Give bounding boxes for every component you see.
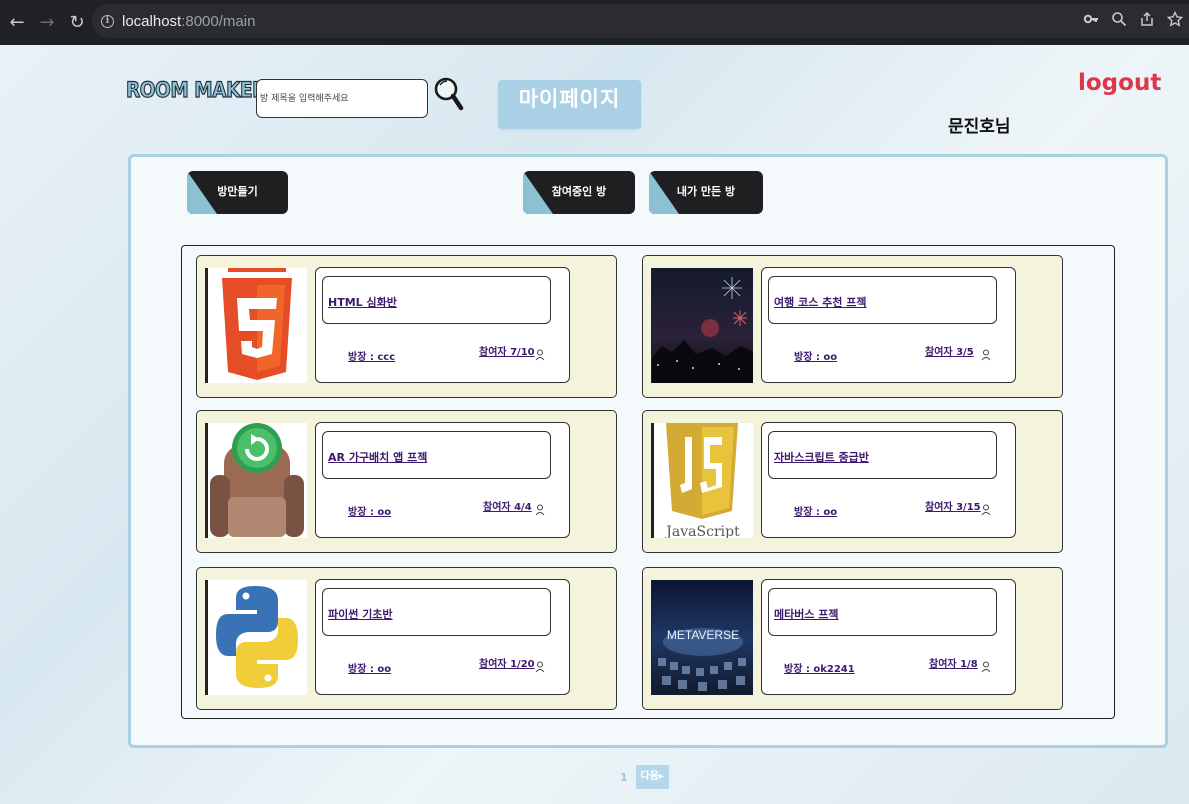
fireworks-photo: [651, 268, 753, 383]
javascript-caption: JavaScript: [664, 524, 740, 538]
room-title-box: 자바스크립트 중급반: [768, 431, 997, 479]
room-leader: 방장 : oo: [794, 507, 838, 518]
room-leader: 방장 : oo: [794, 352, 838, 363]
person-icon: [981, 661, 991, 673]
room-card[interactable]: 여행 코스 추천 프젝 방장 : oo 참여자 3/5: [642, 255, 1063, 398]
python-logo-image: [205, 580, 307, 695]
room-card[interactable]: HTML 심화반 방장 : ccc 참여자 7/10: [196, 255, 617, 398]
room-leader: 방장 : oo: [348, 664, 392, 675]
forward-icon[interactable]: →: [34, 12, 60, 33]
share-icon[interactable]: [1139, 11, 1155, 27]
room-card[interactable]: AR 가구배치 앱 프젝 방장 : oo 참여자 4/4: [196, 410, 617, 553]
room-title-box: AR 가구배치 앱 프젝: [322, 431, 551, 479]
room-info-box: HTML 심화반 방장 : ccc 참여자 7/10: [315, 267, 570, 383]
room-title-box: 파이썬 기초반: [322, 588, 551, 636]
javascript-logo-image: JavaScript: [651, 423, 753, 538]
room-members: 참여자 1/20: [479, 659, 535, 670]
room-title-box: 여행 코스 추천 프젝: [768, 276, 997, 324]
person-icon: [535, 661, 545, 673]
room-title-link[interactable]: HTML 심화반: [328, 294, 397, 310]
room-card[interactable]: METAVERSE 메타버스 프젝 방장 : ok2241 참여자 1/8: [642, 567, 1063, 710]
metaverse-caption: METAVERSE: [667, 628, 739, 642]
my-rooms-button[interactable]: 내가 만든 방: [649, 171, 763, 214]
site-logo[interactable]: ROOM MAKER: [125, 77, 266, 102]
next-page-button[interactable]: 다음▸: [635, 765, 669, 789]
room-search-input[interactable]: [256, 79, 428, 118]
room-leader: 방장 : ok2241: [784, 664, 855, 675]
room-members: 참여자 3/5: [925, 347, 974, 358]
page-number[interactable]: 1: [620, 771, 628, 784]
room-members: 참여자 1/8: [929, 659, 978, 670]
zoom-icon[interactable]: [1111, 11, 1127, 27]
key-icon[interactable]: [1083, 11, 1099, 27]
back-icon[interactable]: ←: [4, 12, 30, 33]
create-room-button[interactable]: 방만들기: [187, 171, 288, 214]
room-title-box: 메타버스 프젝: [768, 588, 997, 636]
browser-actions: [1083, 11, 1183, 27]
username-label: 문진호님: [948, 117, 1011, 137]
search-icon[interactable]: [434, 75, 464, 113]
metaverse-photo: METAVERSE: [651, 580, 753, 695]
room-members: 참여자 3/15: [925, 502, 981, 513]
joined-rooms-button[interactable]: 참여중인 방: [523, 171, 635, 214]
room-info-box: 메타버스 프젝 방장 : ok2241 참여자 1/8: [761, 579, 1016, 695]
star-icon[interactable]: [1167, 11, 1183, 27]
room-title-link[interactable]: AR 가구배치 앱 프젝: [328, 449, 427, 465]
logout-link[interactable]: logout: [1078, 70, 1161, 96]
room-card[interactable]: 파이썬 기초반 방장 : oo 참여자 1/20: [196, 567, 617, 710]
mypage-button[interactable]: 마이페이지: [498, 80, 641, 129]
room-title-link[interactable]: 여행 코스 추천 프젝: [774, 294, 866, 310]
room-info-box: 파이썬 기초반 방장 : oo 참여자 1/20: [315, 579, 570, 695]
pagination: 1 다음▸: [620, 765, 669, 789]
room-info-box: 여행 코스 추천 프젝 방장 : oo 참여자 3/5: [761, 267, 1016, 383]
reload-icon[interactable]: ↻: [64, 12, 90, 33]
room-title-link[interactable]: 파이썬 기초반: [328, 606, 393, 622]
room-leader: 방장 : ccc: [348, 352, 396, 363]
room-members: 참여자 4/4: [483, 502, 532, 513]
room-title-link[interactable]: 메타버스 프젝: [774, 606, 839, 622]
address-bar[interactable]: i localhost:8000/main: [92, 4, 1189, 38]
room-info-box: 자바스크립트 중급반 방장 : oo 참여자 3/15: [761, 422, 1016, 538]
room-members: 참여자 7/10: [479, 347, 535, 358]
room-title-link[interactable]: 자바스크립트 중급반: [774, 449, 869, 465]
html5-logo-image: [205, 268, 307, 383]
room-card[interactable]: JavaScript 자바스크립트 중급반 방장 : oo 참여자 3/15: [642, 410, 1063, 553]
info-icon[interactable]: i: [101, 14, 114, 28]
room-leader: 방장 : oo: [348, 507, 392, 518]
url-text: localhost:8000/main: [122, 12, 256, 30]
person-icon: [535, 349, 545, 361]
person-icon: [981, 349, 991, 361]
room-title-box: HTML 심화반: [322, 276, 551, 324]
browser-toolbar: ← → ↻ i localhost:8000/main: [0, 0, 1189, 45]
person-icon: [535, 504, 545, 516]
person-icon: [981, 504, 991, 516]
room-info-box: AR 가구배치 앱 프젝 방장 : oo 참여자 4/4: [315, 422, 570, 538]
armchair-image: [205, 423, 307, 538]
